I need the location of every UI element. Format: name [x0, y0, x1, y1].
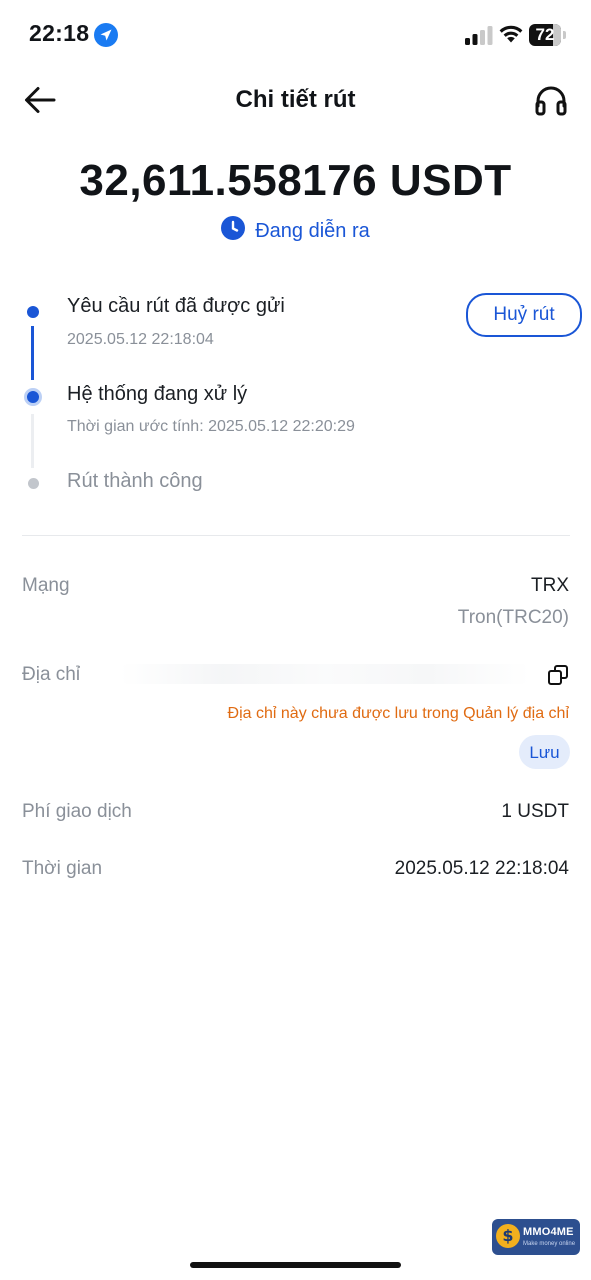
home-indicator[interactable] — [190, 1262, 401, 1268]
section-divider — [22, 535, 570, 536]
progress-timeline: Yêu cầu rút đã được gửi 2025.05.12 22:18… — [0, 280, 591, 510]
location-arrow-icon — [94, 23, 118, 47]
step-2-title: Hệ thống đang xử lý — [67, 383, 248, 405]
network-standard: Tron(TRC20) — [457, 607, 569, 628]
page-title: Chi tiết rút — [235, 86, 356, 113]
time-label: Thời gian — [22, 858, 103, 879]
address-label: Địa chỉ — [22, 664, 81, 685]
time-value: 2025.05.12 22:18:04 — [394, 858, 569, 879]
timeline-connector-pending — [31, 414, 34, 468]
dollar-coin-icon: $ — [496, 1224, 520, 1248]
timeline-dot-pending — [28, 478, 39, 489]
fee-label: Phí giao dịch — [22, 801, 132, 822]
battery-icon: 72 — [529, 24, 567, 46]
address-value-redacted — [120, 664, 530, 684]
watermark-subtext: Make money online — [523, 1241, 576, 1247]
withdrawal-status: Đang diễn ra — [0, 216, 591, 243]
withdrawal-amount: 32,611.558176 USDT — [79, 156, 512, 205]
battery-body: 72 — [529, 24, 561, 46]
timeline-dot-active — [24, 388, 42, 406]
step-2-estimated-time: Thời gian ước tính: 2025.05.12 22:20:29 — [67, 418, 355, 435]
clock-icon — [221, 216, 246, 240]
status-text: Đang diễn ra — [255, 220, 370, 242]
network-label: Mạng — [22, 575, 70, 596]
timeline-connector-done — [31, 326, 34, 380]
copy-icon[interactable] — [547, 664, 569, 686]
cancel-withdrawal-button[interactable]: Huỷ rút — [466, 293, 582, 337]
address-warning: Địa chỉ này chưa được lưu trong Quản lý … — [227, 705, 569, 722]
status-bar: 22:18 72 — [0, 0, 591, 72]
timeline-dot-done — [27, 306, 39, 318]
battery-percent: 72 — [535, 25, 555, 44]
watermark-logo: $ MMO4ME Make money online — [492, 1219, 580, 1255]
step-1-time: 2025.05.12 22:18:04 — [67, 331, 214, 348]
fee-value: 1 USDT — [501, 801, 569, 822]
battery-tip — [563, 31, 566, 39]
step-3-title: Rút thành công — [67, 470, 203, 492]
header: Chi tiết rút — [0, 72, 591, 128]
wifi-icon — [499, 25, 523, 43]
status-time: 22:18 — [29, 20, 90, 46]
step-1-title: Yêu cầu rút đã được gửi — [67, 295, 285, 317]
watermark-text: MMO4ME — [523, 1226, 574, 1238]
headset-icon[interactable] — [533, 84, 569, 118]
network-value: TRX — [531, 575, 569, 596]
save-address-button[interactable]: Lưu — [519, 735, 570, 769]
cellular-signal-icon — [465, 26, 493, 45]
